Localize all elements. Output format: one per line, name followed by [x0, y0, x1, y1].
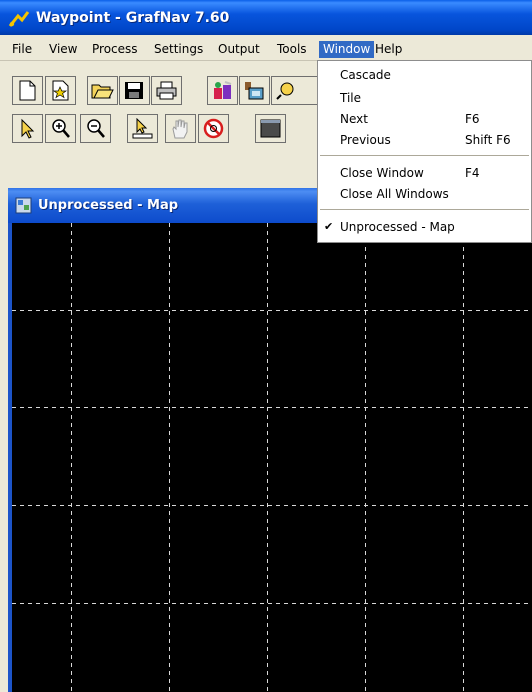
menu-file[interactable]: File	[8, 41, 36, 58]
menu-process[interactable]: Process	[88, 41, 142, 58]
menu-item-close-all-windows[interactable]: Close All Windows	[318, 184, 531, 204]
search-tool-button[interactable]	[271, 76, 321, 105]
window-menu-dropdown: Cascade Tile Next F6 Previous Shift F6 C…	[317, 60, 532, 243]
menu-item-label: Tile	[340, 91, 362, 105]
new-button[interactable]	[12, 76, 43, 105]
app-logo-icon	[8, 11, 30, 27]
window-icon	[260, 119, 281, 138]
hand-pan-icon	[172, 119, 188, 139]
map-window-icon	[15, 197, 32, 214]
process-button[interactable]	[207, 76, 238, 105]
map-grid	[12, 223, 532, 692]
measure-ruler-icon	[132, 118, 153, 139]
new-document-icon	[19, 80, 36, 101]
view-data-button[interactable]	[239, 76, 270, 105]
menu-tools[interactable]: Tools	[273, 41, 311, 58]
select-button[interactable]	[12, 114, 43, 143]
project-document-icon	[52, 80, 69, 101]
menu-item-shortcut: Shift F6	[465, 133, 511, 147]
app-title: Waypoint - GrafNav 7.60	[36, 10, 230, 26]
save-button[interactable]	[119, 76, 150, 105]
menu-settings[interactable]: Settings	[150, 41, 207, 58]
menu-item-shortcut: F4	[465, 166, 480, 180]
stop-button[interactable]	[198, 114, 229, 143]
window-view-button[interactable]	[255, 114, 286, 143]
pointer-arrow-icon	[21, 118, 35, 139]
menu-item-tile[interactable]: Tile	[318, 88, 531, 108]
menu-item-label: Previous	[340, 133, 391, 147]
pan-button[interactable]	[165, 114, 196, 143]
menu-item-unprocessed-map[interactable]: ✔ Unprocessed - Map	[318, 217, 531, 237]
zoom-in-icon	[52, 119, 70, 138]
no-entry-icon	[203, 118, 224, 139]
menu-item-close-window[interactable]: Close Window F4	[318, 163, 531, 183]
menu-view[interactable]: View	[45, 41, 81, 58]
menu-separator	[320, 155, 529, 156]
open-button[interactable]	[87, 76, 118, 105]
process-icon	[214, 81, 232, 99]
menu-separator	[320, 209, 529, 210]
menu-item-previous[interactable]: Previous Shift F6	[318, 130, 531, 150]
menu-item-next[interactable]: Next F6	[318, 109, 531, 129]
menu-bar: File View Process Settings Output Tools …	[0, 38, 532, 61]
print-button[interactable]	[151, 76, 182, 105]
zoom-in-button[interactable]	[45, 114, 76, 143]
measure-button[interactable]	[127, 114, 158, 143]
menu-item-label: Close Window	[340, 166, 424, 180]
app-title-bar[interactable]: Waypoint - GrafNav 7.60	[0, 0, 532, 35]
menu-item-label: Next	[340, 112, 368, 126]
menu-item-shortcut: F6	[465, 112, 480, 126]
map-toolbar	[0, 112, 320, 152]
menu-item-label: Cascade	[340, 68, 391, 82]
check-mark-icon: ✔	[324, 220, 334, 233]
zoom-out-icon	[87, 119, 105, 138]
menu-output[interactable]: Output	[214, 41, 264, 58]
map-window-title: Unprocessed - Map	[38, 198, 179, 213]
folder-open-icon	[91, 84, 114, 99]
main-toolbar	[0, 64, 321, 114]
floppy-disk-icon	[125, 82, 143, 99]
data-view-icon	[245, 82, 264, 100]
zoom-out-button[interactable]	[80, 114, 111, 143]
menu-item-cascade[interactable]: Cascade	[318, 65, 531, 85]
search-tool-icon	[276, 82, 294, 100]
menu-item-label: Unprocessed - Map	[340, 220, 455, 234]
menu-item-label: Close All Windows	[340, 187, 449, 201]
menu-window[interactable]: Window	[319, 41, 375, 58]
open-project-button[interactable]	[45, 76, 76, 105]
printer-icon	[156, 81, 177, 100]
menu-help[interactable]: Help	[371, 41, 406, 58]
map-canvas[interactable]	[8, 223, 532, 692]
